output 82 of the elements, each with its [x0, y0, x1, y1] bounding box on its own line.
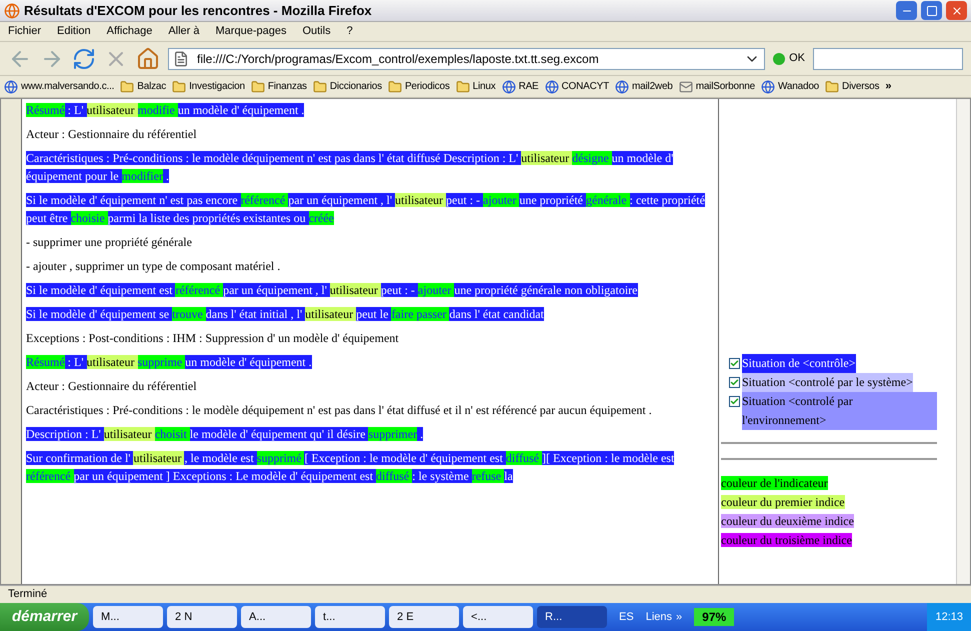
links-toolbar[interactable]: Liens [646, 608, 672, 626]
taskbar-button[interactable]: t... [315, 606, 386, 628]
taskbar-button[interactable]: A... [241, 606, 312, 628]
globe-icon [502, 80, 516, 94]
language-indicator: ES [619, 610, 634, 625]
paragraph: Si le modèle d' équipement se trouve dans l' état initial , l' utilisateur peut le faire passer dans l' état candidat [26, 306, 545, 323]
window-title: Résultats d'EXCOM pour les rencontres - Mozilla Firefox [24, 2, 373, 20]
search-field[interactable] [813, 48, 963, 70]
bookmark[interactable]: Diccionarios [312, 79, 382, 94]
maximize-button[interactable] [921, 1, 942, 20]
paragraph: Description : L' utilisateur choisit le modèle d' équipement qu' il désire supprimer . [26, 426, 424, 443]
scrollbar[interactable] [956, 99, 970, 584]
folder-icon [172, 80, 186, 94]
folder-icon [825, 80, 840, 94]
bookmark[interactable]: Wanadoo [761, 79, 820, 94]
globe-icon [615, 80, 630, 94]
maximize-icon [926, 4, 938, 16]
bookmark[interactable]: CONACYT [544, 79, 610, 94]
go-icon [773, 52, 786, 64]
taskbar-button[interactable]: 2 N [167, 606, 238, 628]
paragraph: - ajouter , supprimer un type de composant matériel . [26, 258, 282, 275]
firefox-icon [4, 2, 20, 18]
menu-item[interactable]: Marque-pages [216, 23, 286, 40]
page-icon [173, 50, 189, 66]
mail-icon [678, 80, 693, 94]
bookmark[interactable]: Periodicos [388, 79, 450, 94]
battery-level: 97% [694, 608, 734, 626]
bookmark[interactable]: mailSorbonne [678, 79, 755, 94]
menu-item[interactable]: Edition [57, 23, 91, 40]
legend-label: couleur du troisième indice [721, 533, 852, 547]
bookmark[interactable]: mail2web [615, 79, 673, 94]
paragraph: - supprimer une propriété générale [26, 234, 193, 251]
filter-label: Situation <controlé par l'environnement> [742, 392, 937, 430]
clock: 12:13 [927, 603, 971, 631]
legend-label: couleur du deuxième indice [721, 514, 854, 528]
paragraph: Acteur : Gestionnaire du référentiel [26, 378, 198, 395]
filter-checkbox[interactable] [729, 396, 740, 407]
folder-icon [312, 80, 327, 94]
bookmark[interactable]: Diversos [825, 79, 880, 94]
legend-label: couleur de l'indicateur [721, 476, 828, 490]
bookmark[interactable]: Investigacion [172, 79, 245, 94]
taskbar-button[interactable]: R... [537, 606, 608, 628]
bookmark[interactable]: RAE [502, 79, 539, 94]
paragraph: Si le modèle d' équipement est référencé par un équipement , l' utilisateur peut : - ajouter une propriété générale non obligatoire [26, 282, 638, 299]
folder-icon [120, 80, 134, 94]
globe-icon [761, 80, 775, 94]
globe-icon [544, 80, 559, 94]
bookmark[interactable]: Balzac [120, 79, 166, 94]
more-bookmarks-chevron[interactable]: » [885, 78, 892, 95]
taskbar-button[interactable]: M... [93, 606, 164, 628]
status-text: Terminé [8, 587, 48, 602]
paragraph: Exceptions : Post-conditions : IHM : Suppression d' un modèle d' équipement [26, 330, 400, 347]
paragraph: Caractéristiques : Pré-conditions : le modèle déquipement n' est pas dans l' état diffusé Description : L' utilisateur désigne un modèle d' équipement pour le modifier . [26, 150, 674, 185]
menu-item[interactable]: Affichage [106, 23, 152, 40]
close-button[interactable] [946, 1, 967, 20]
filter-label: Situation de <contrôle> [742, 354, 856, 373]
minimize-button[interactable] [896, 1, 917, 20]
menu-item[interactable]: Fichier [8, 23, 42, 40]
taskbar-button[interactable]: <... [463, 606, 534, 628]
close-icon [950, 4, 962, 16]
filter-label: Situation <controlé par le système> [742, 373, 913, 392]
paragraph: Acteur : Gestionnaire du référentiel [26, 126, 198, 143]
reload-icon[interactable] [72, 46, 96, 70]
menu-item[interactable]: ? [346, 23, 353, 40]
menu-item[interactable]: Aller à [168, 23, 200, 40]
address-field[interactable]: file:///C:/Yorch/programas/Excom_control/exemples/laposte.txt.tt.seg.excom [168, 48, 766, 70]
folder-icon [388, 80, 402, 94]
home-icon[interactable] [136, 46, 160, 70]
filter-checkbox[interactable] [729, 377, 740, 388]
go-button[interactable]: OK [773, 50, 805, 67]
bookmark[interactable]: Linux [456, 79, 496, 94]
menu-item[interactable]: Outils [302, 23, 331, 40]
legend-label: couleur du premier indice [721, 495, 845, 509]
paragraph: Caractéristiques : Pré-conditions : le modèle déquipement n' est pas dans l' état diffusé et il n' est référencé par aucun équipement . [26, 402, 653, 419]
filter-checkbox[interactable] [729, 358, 740, 369]
more-chevron[interactable]: » [676, 608, 682, 626]
globe-icon [4, 80, 18, 94]
bookmark[interactable]: Finanzas [250, 79, 307, 94]
folder-icon [456, 80, 470, 94]
folder-icon [250, 80, 265, 94]
taskbar-button[interactable]: 2 E [389, 606, 460, 628]
bookmark[interactable]: www.malversando.c... [4, 79, 114, 94]
